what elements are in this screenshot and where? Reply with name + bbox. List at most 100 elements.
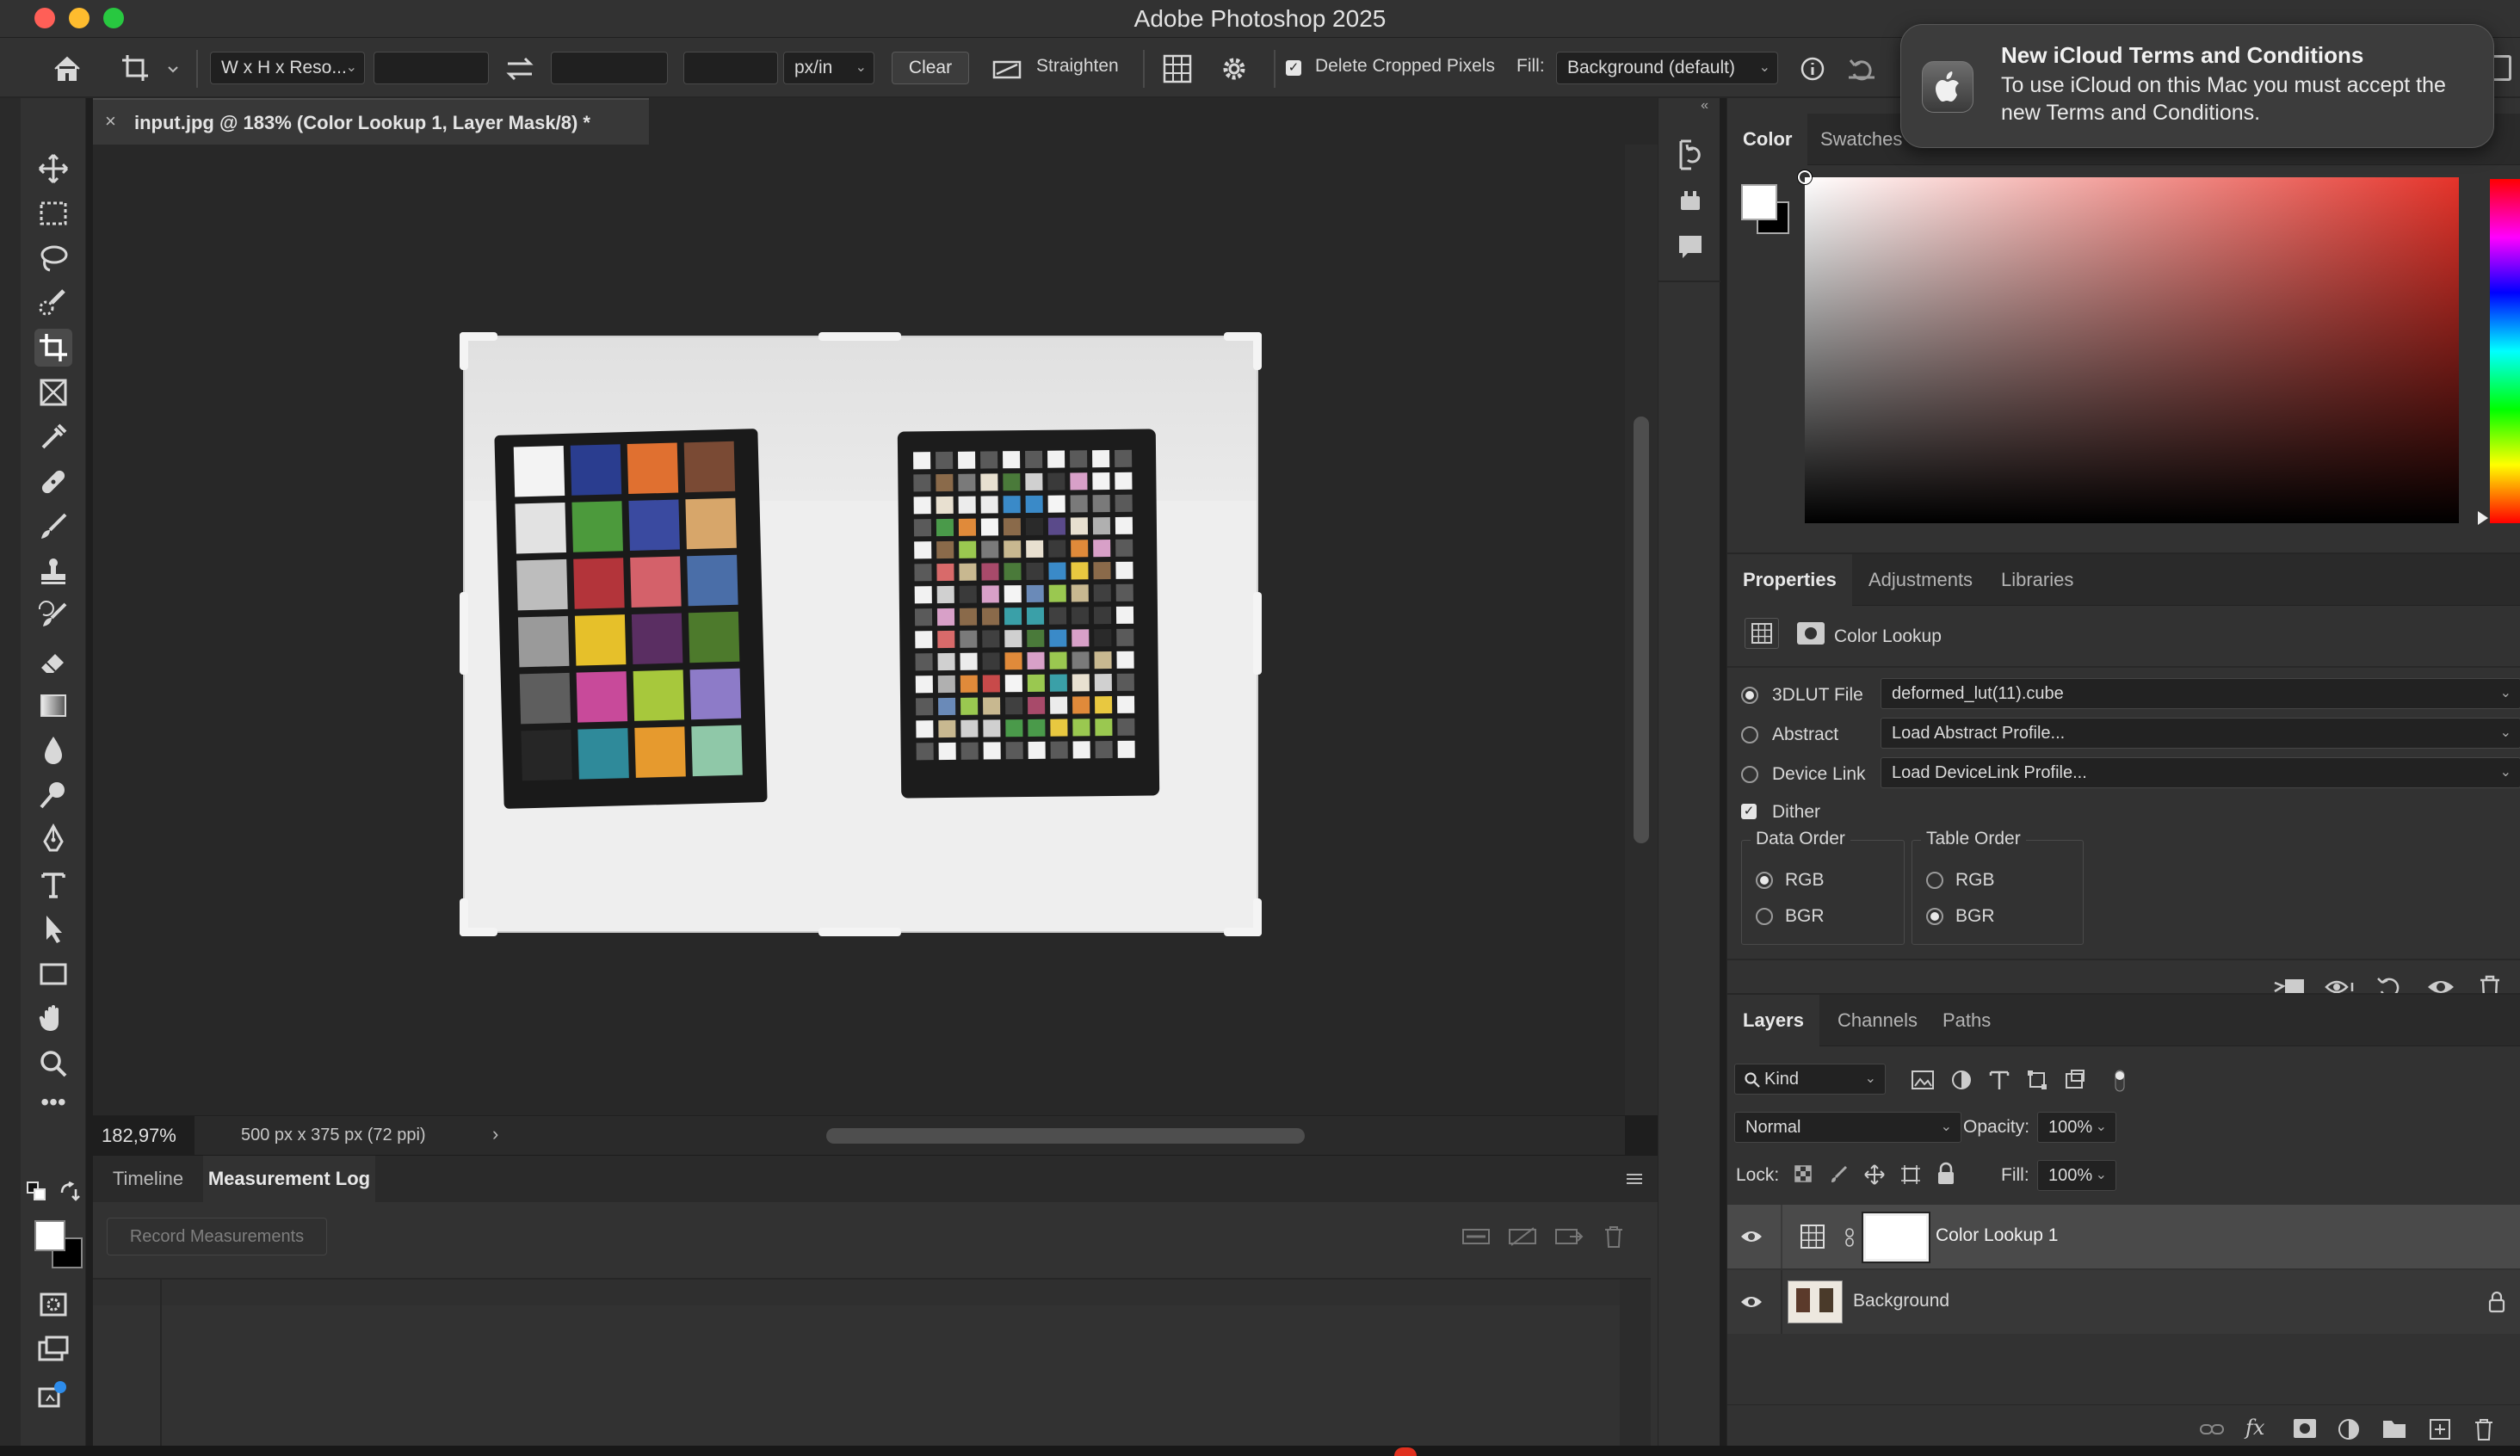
hand-icon[interactable] bbox=[34, 1000, 72, 1038]
gradient-icon[interactable] bbox=[34, 687, 72, 725]
ratio-preset-dropdown[interactable]: W x H x Reso... ⌄ bbox=[210, 52, 365, 84]
eraser-icon[interactable] bbox=[34, 642, 72, 680]
vertical-scrollbar[interactable] bbox=[1625, 145, 1658, 1115]
hue-slider[interactable] bbox=[2490, 179, 2520, 523]
quick-selection-icon[interactable] bbox=[34, 284, 72, 322]
blur-icon[interactable] bbox=[34, 731, 72, 769]
tab-adjustments[interactable]: Adjustments bbox=[1853, 554, 1988, 606]
height-field[interactable] bbox=[551, 52, 668, 84]
export-measurements-icon[interactable] bbox=[1554, 1226, 1584, 1247]
new-adjustment-layer-icon[interactable] bbox=[2337, 1417, 2361, 1441]
layer-thumbnail[interactable] bbox=[1788, 1280, 1843, 1323]
path-selection-icon[interactable] bbox=[34, 910, 72, 948]
marquee-tool-icon[interactable] bbox=[34, 194, 72, 232]
crop-frame[interactable] bbox=[463, 336, 1258, 933]
foreground-background-colors[interactable] bbox=[34, 1220, 88, 1272]
crop-tool-preset-dropdown[interactable] bbox=[117, 50, 182, 88]
eye-icon[interactable] bbox=[1739, 1227, 1763, 1246]
crop-handle-bottom-left[interactable] bbox=[460, 898, 468, 936]
canvas-area[interactable] bbox=[93, 145, 1625, 1115]
eye-icon[interactable] bbox=[1739, 1293, 1763, 1311]
layer-mask-icon[interactable] bbox=[1796, 621, 1825, 645]
crop-handle-right[interactable] bbox=[1253, 592, 1262, 675]
foreground-color-swatch[interactable] bbox=[1741, 184, 1777, 220]
3dlut-file-radio[interactable] bbox=[1741, 687, 1758, 704]
tab-timeline[interactable]: Timeline bbox=[93, 1156, 203, 1202]
rectangle-icon[interactable] bbox=[34, 955, 72, 993]
trash-icon[interactable] bbox=[1603, 1225, 1625, 1249]
hue-slider-marker[interactable] bbox=[2478, 511, 2488, 525]
crop-handle-top-right[interactable] bbox=[1253, 332, 1262, 370]
lock-transparent-pixels-icon[interactable] bbox=[1793, 1163, 1813, 1184]
filter-adjustment-layers-icon[interactable] bbox=[1949, 1069, 1973, 1091]
color-panel-swatches[interactable] bbox=[1741, 184, 1793, 238]
screen-mode-icon[interactable] bbox=[34, 1330, 72, 1368]
data-order-rgb-radio[interactable] bbox=[1756, 872, 1773, 889]
filter-pixel-layers-icon[interactable] bbox=[1910, 1069, 1936, 1091]
abstract-radio[interactable] bbox=[1741, 726, 1758, 743]
tab-channels[interactable]: Channels bbox=[1822, 995, 1933, 1046]
device-link-radio[interactable] bbox=[1741, 766, 1758, 783]
brush-icon[interactable] bbox=[34, 508, 72, 546]
lock-position-icon[interactable] bbox=[1863, 1163, 1886, 1186]
lock-all-icon[interactable] bbox=[1936, 1162, 1956, 1186]
chevron-right-icon[interactable]: › bbox=[492, 1123, 498, 1145]
collapse-dock-icon[interactable]: « bbox=[1667, 98, 1708, 114]
table-order-bgr-radio[interactable] bbox=[1926, 908, 1943, 925]
swap-colors-icon[interactable] bbox=[59, 1181, 81, 1203]
add-mask-icon[interactable] bbox=[2292, 1417, 2318, 1440]
eyedropper-icon[interactable] bbox=[34, 418, 72, 456]
crop-handle-bottom-right[interactable] bbox=[1253, 898, 1262, 936]
blend-mode-dropdown[interactable]: Normal ⌄ bbox=[1734, 1112, 1961, 1143]
layer-row[interactable]: Color Lookup 1 bbox=[1727, 1205, 2520, 1268]
data-order-bgr-radio[interactable] bbox=[1756, 908, 1773, 925]
info-icon[interactable] bbox=[1799, 55, 1826, 83]
trash-icon[interactable] bbox=[2473, 1417, 2495, 1441]
crop-tool-icon[interactable] bbox=[34, 329, 72, 367]
color-picker-marker[interactable] bbox=[1798, 170, 1812, 184]
fill-field[interactable]: 100% ⌄ bbox=[2037, 1160, 2116, 1191]
dither-checkbox[interactable]: ✓ bbox=[1741, 804, 1757, 819]
crop-handle-bottom[interactable] bbox=[818, 928, 901, 936]
layer-filter-kind-dropdown[interactable]: Kind ⌄ bbox=[1734, 1064, 1886, 1095]
gear-icon[interactable] bbox=[1217, 52, 1251, 86]
color-lookup-adjustment-icon[interactable] bbox=[1745, 618, 1779, 649]
zoom-icon[interactable] bbox=[34, 1045, 72, 1083]
tab-layers[interactable]: Layers bbox=[1727, 995, 1819, 1046]
link-icon[interactable] bbox=[1844, 1227, 1855, 1248]
default-colors-icon[interactable] bbox=[26, 1181, 48, 1203]
layer-name[interactable]: Background bbox=[1853, 1291, 1949, 1311]
link-layers-icon[interactable] bbox=[2199, 1421, 2225, 1438]
measurement-scrollbar[interactable] bbox=[1620, 1280, 1651, 1452]
pen-icon[interactable] bbox=[34, 821, 72, 859]
new-group-icon[interactable] bbox=[2381, 1417, 2407, 1440]
crop-handle-top[interactable] bbox=[818, 332, 901, 341]
close-tab-icon[interactable]: × bbox=[105, 110, 116, 133]
frame-tool-icon[interactable] bbox=[34, 373, 72, 411]
tab-measurement-log[interactable]: Measurement Log bbox=[203, 1156, 375, 1202]
tab-properties[interactable]: Properties bbox=[1727, 554, 1852, 606]
straighten-button[interactable]: Straighten bbox=[990, 50, 1127, 88]
filter-type-layers-icon[interactable] bbox=[1987, 1069, 2011, 1091]
reset-icon[interactable] bbox=[1847, 55, 1876, 83]
record-measurements-button[interactable]: Record Measurements bbox=[107, 1218, 327, 1255]
select-all-measurements-icon[interactable] bbox=[1461, 1226, 1491, 1247]
filter-smart-objects-icon[interactable] bbox=[2063, 1069, 2087, 1091]
layer-row[interactable]: Background bbox=[1727, 1270, 2520, 1334]
device-link-dropdown[interactable]: Load DeviceLink Profile... ⌄ bbox=[1881, 757, 2520, 788]
tab-libraries[interactable]: Libraries bbox=[1986, 554, 2089, 606]
history-panel-icon[interactable] bbox=[1676, 138, 1705, 172]
lock-image-pixels-icon[interactable] bbox=[1829, 1163, 1850, 1184]
resolution-units-dropdown[interactable]: px/in ⌄ bbox=[783, 52, 874, 84]
lock-artboard-icon[interactable] bbox=[1899, 1163, 1922, 1186]
quick-mask-icon[interactable] bbox=[34, 1286, 72, 1323]
fill-dropdown[interactable]: Background (default) ⌄ bbox=[1556, 52, 1778, 84]
document-info[interactable]: 500 px x 375 px (72 ppi) bbox=[241, 1126, 426, 1145]
clone-stamp-icon[interactable] bbox=[34, 552, 72, 590]
tab-color[interactable]: Color bbox=[1727, 114, 1808, 165]
move-tool-icon[interactable] bbox=[34, 150, 72, 188]
crop-handle-top-left[interactable] bbox=[460, 332, 468, 370]
icloud-notification[interactable]: New iCloud Terms and Conditions To use i… bbox=[1900, 24, 2494, 148]
swap-icon[interactable] bbox=[503, 55, 537, 83]
panel-menu-icon[interactable] bbox=[1625, 1169, 1644, 1188]
